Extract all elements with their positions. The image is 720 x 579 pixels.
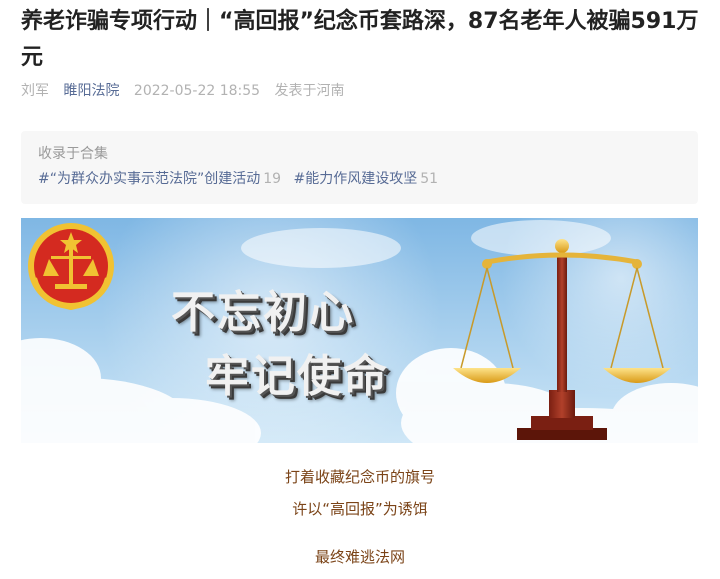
account-name-link[interactable]: 睢阳法院: [63, 83, 119, 99]
publish-location: 发表于河南: [274, 83, 345, 99]
body-text-line: 打着收藏纪念币的旗号: [284, 468, 435, 486]
slogan-line-2: 牢记使命: [205, 351, 389, 402]
collection-tags: #“为群众办实事示范法院”创建活动 19 #能力作风建设攻坚 51: [38, 169, 698, 189]
tag-count: 19: [263, 171, 282, 187]
tag-label: #“为群众办实事示范法院”创建活动: [38, 171, 261, 187]
publish-time: 2022-05-22 18:55: [133, 83, 261, 99]
author-name: 刘军: [21, 83, 49, 99]
slogan-line-1: 不忘初心: [171, 287, 355, 338]
collection-header: 收录于合集: [38, 146, 108, 162]
court-emblem: [28, 223, 114, 311]
article-title: 养老诈骗专项行动｜“高回报”纪念币套路深，87名老年人被骗591万元: [21, 9, 699, 70]
tag-label: #能力作风建设攻坚: [293, 171, 418, 187]
tag-count: 51: [420, 171, 439, 187]
article-meta: 刘军 睢阳法院 2022-05-22 18:55 发表于河南: [21, 80, 355, 100]
collection-tag-link[interactable]: #能力作风建设攻坚 51: [294, 171, 439, 187]
collection-tag-link[interactable]: #“为群众办实事示范法院”创建活动 19: [38, 171, 281, 187]
banner-image: 不忘初心 牢记使命: [21, 218, 698, 443]
collection-box: 收录于合集 #“为群众办实事示范法院”创建活动 19 #能力作风建设攻坚 51: [21, 131, 698, 204]
body-text-line: 最终难逃法网: [314, 548, 405, 566]
body-text-line: 许以“高回报”为诱饵: [292, 500, 428, 518]
banner-illustration: [21, 218, 698, 443]
